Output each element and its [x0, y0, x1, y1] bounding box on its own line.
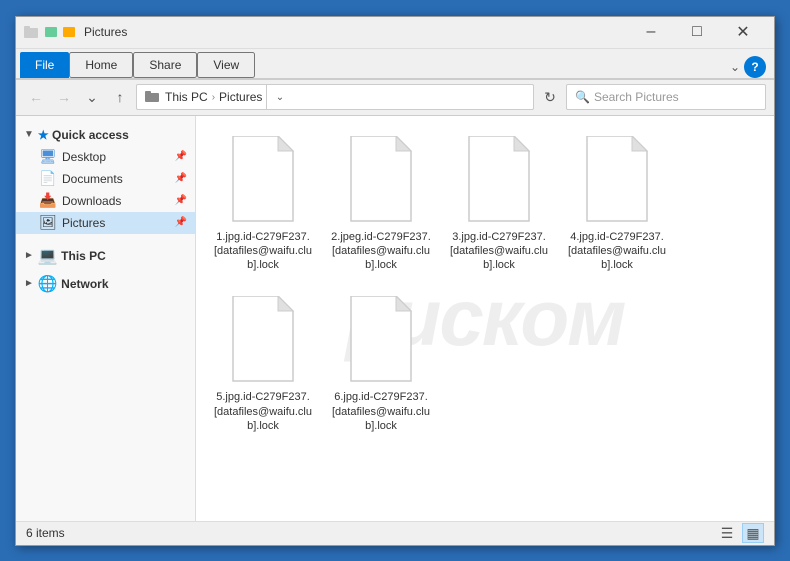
forward-button[interactable]: → — [52, 85, 76, 109]
sidebar-item-downloads[interactable]: 📥 Downloads 📌 — [16, 190, 195, 212]
file-name-4: 4.jpg.id-C279F237.[datafiles@waifu.club]… — [566, 230, 668, 273]
list-item[interactable]: 5.jpg.id-C279F237.[datafiles@waifu.club]… — [208, 288, 318, 441]
grid-view-button[interactable]: ▦ — [742, 523, 764, 543]
title-icon-1 — [24, 25, 40, 39]
sidebar-network-header[interactable]: ► 🌐 Network — [16, 270, 195, 298]
pictures-icon: 🖼 — [40, 215, 56, 231]
up-button[interactable]: ↑ — [108, 85, 132, 109]
minimize-button[interactable]: – — [628, 17, 674, 47]
title-bar: Pictures – □ ✕ — [16, 17, 774, 49]
list-item[interactable]: 3.jpg.id-C279F237.[datafiles@waifu.club]… — [444, 128, 554, 281]
window-title: Pictures — [84, 25, 628, 39]
sidebar-this-pc-header[interactable]: ► 💻 This PC — [16, 242, 195, 270]
network-chevron-icon: ► — [24, 278, 34, 289]
title-icon-2 — [44, 25, 58, 39]
search-placeholder: Search Pictures — [594, 90, 679, 104]
downloads-icon: 📥 — [40, 193, 56, 209]
file-icon-2 — [341, 136, 421, 226]
window-controls: – □ ✕ — [628, 17, 766, 47]
ribbon: File Home Share View ⌄ ? — [16, 49, 774, 80]
recent-button[interactable]: ⌄ — [80, 85, 104, 109]
list-item[interactable]: 1.jpg.id-C279F237.[datafiles@waifu.club]… — [208, 128, 318, 281]
this-pc-computer-icon: 💻 — [38, 246, 58, 266]
file-icon-3 — [459, 136, 539, 226]
desktop-icon: 🖥 — [40, 149, 56, 165]
downloads-pin-icon: 📌 — [175, 195, 187, 206]
this-pc-label: This PC — [61, 249, 106, 263]
documents-pin-icon: 📌 — [175, 173, 187, 184]
tab-view[interactable]: View — [197, 52, 255, 78]
quick-access-chevron-icon: ▼ — [24, 129, 34, 140]
sidebar-quick-access-header[interactable]: ▼ ★ Quick access — [16, 124, 195, 146]
file-name-5: 5.jpg.id-C279F237.[datafiles@waifu.club]… — [212, 390, 314, 433]
file-name-1: 1.jpg.id-C279F237.[datafiles@waifu.club]… — [212, 230, 314, 273]
sidebar-downloads-label: Downloads — [62, 194, 169, 208]
search-box[interactable]: 🔍 Search Pictures — [566, 84, 766, 110]
file-name-3: 3.jpg.id-C279F237.[datafiles@waifu.club]… — [448, 230, 550, 273]
list-item[interactable]: 4.jpg.id-C279F237.[datafiles@waifu.club]… — [562, 128, 672, 281]
desktop-pin-icon: 📌 — [175, 151, 187, 162]
sidebar-documents-label: Documents — [62, 172, 169, 186]
file-icon-5 — [223, 296, 303, 386]
sidebar-item-desktop[interactable]: 🖥 Desktop 📌 — [16, 146, 195, 168]
path-dropdown-button[interactable]: ⌄ — [266, 84, 292, 110]
sidebar-desktop-label: Desktop — [62, 150, 169, 164]
maximize-button[interactable]: □ — [674, 17, 720, 47]
path-folder-icon — [145, 90, 161, 104]
address-path[interactable]: This PC › Pictures ⌄ — [136, 84, 534, 110]
list-view-button[interactable]: ☰ — [716, 523, 738, 543]
sidebar-item-pictures[interactable]: 🖼 Pictures 📌 — [16, 212, 195, 234]
file-icon-1 — [223, 136, 303, 226]
file-name-2: 2.jpeg.id-C279F237.[datafiles@waifu.club… — [330, 230, 432, 273]
network-icon: 🌐 — [38, 274, 58, 294]
file-area: риском 1.jpg.id-C279F237.[datafiles@waif… — [196, 116, 774, 521]
this-pc-chevron-icon: ► — [24, 250, 34, 261]
pictures-pin-icon: 📌 — [175, 217, 187, 228]
path-this-pc: This PC — [165, 90, 208, 104]
title-icon-3 — [62, 25, 76, 39]
file-explorer-window: Pictures – □ ✕ File Home Share View ⌄ ? … — [15, 16, 775, 546]
list-item[interactable]: 6.jpg.id-C279F237.[datafiles@waifu.club]… — [326, 288, 436, 441]
search-icon: 🔍 — [575, 90, 590, 104]
sidebar-pictures-label: Pictures — [62, 216, 169, 230]
refresh-button[interactable]: ↻ — [538, 85, 562, 109]
documents-icon: 📄 — [40, 171, 56, 187]
status-bar: 6 items ☰ ▦ — [16, 521, 774, 545]
quick-access-star-icon: ★ — [38, 128, 49, 142]
back-button[interactable]: ← — [24, 85, 48, 109]
close-button[interactable]: ✕ — [720, 17, 766, 47]
sidebar: ▼ ★ Quick access 🖥 Desktop 📌 📄 Documents… — [16, 116, 196, 521]
item-count: 6 items — [26, 526, 65, 540]
network-label: Network — [61, 277, 108, 291]
view-controls: ☰ ▦ — [716, 523, 764, 543]
file-icon-4 — [577, 136, 657, 226]
help-button[interactable]: ? — [744, 56, 766, 78]
file-icon-6 — [341, 296, 421, 386]
tab-share[interactable]: Share — [133, 52, 197, 78]
file-name-6: 6.jpg.id-C279F237.[datafiles@waifu.club]… — [330, 390, 432, 433]
path-arrow-1: › — [212, 92, 215, 103]
ribbon-tab-bar: File Home Share View ⌄ ? — [16, 49, 774, 79]
ribbon-right: ⌄ ? — [730, 56, 770, 78]
tab-home[interactable]: Home — [69, 52, 133, 78]
title-bar-icons — [24, 25, 76, 39]
quick-access-label: Quick access — [52, 128, 129, 142]
tab-file[interactable]: File — [20, 52, 69, 78]
main-content: ▼ ★ Quick access 🖥 Desktop 📌 📄 Documents… — [16, 116, 774, 521]
files-grid: 1.jpg.id-C279F237.[datafiles@waifu.club]… — [208, 128, 762, 442]
sidebar-item-documents[interactable]: 📄 Documents 📌 — [16, 168, 195, 190]
ribbon-collapse-icon[interactable]: ⌄ — [730, 60, 740, 74]
address-bar: ← → ⌄ ↑ This PC › Pictures ⌄ ↻ 🔍 Search … — [16, 80, 774, 116]
path-pictures: Pictures — [219, 90, 262, 104]
list-item[interactable]: 2.jpeg.id-C279F237.[datafiles@waifu.club… — [326, 128, 436, 281]
